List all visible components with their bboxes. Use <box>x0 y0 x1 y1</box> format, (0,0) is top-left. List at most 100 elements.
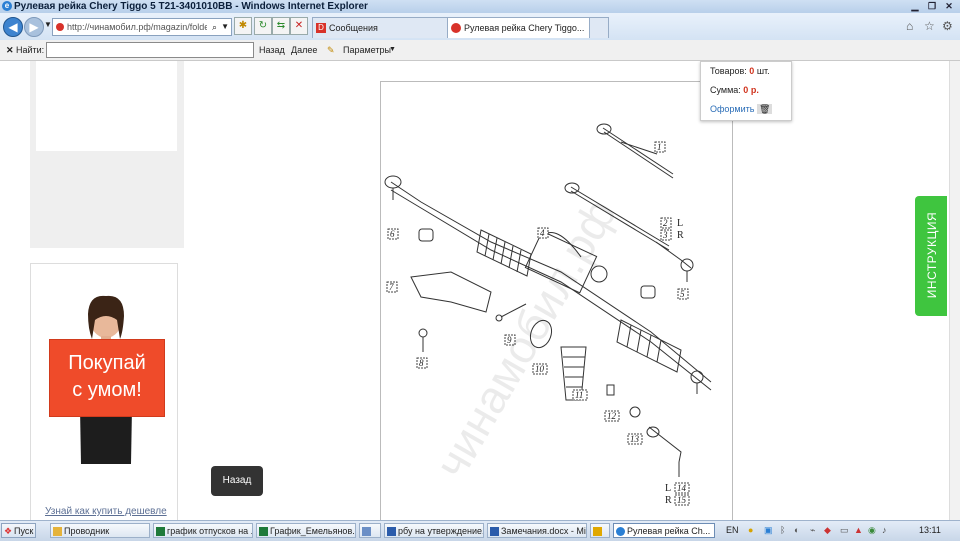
excel-icon <box>259 527 268 536</box>
taskbar-item-label: график отпусков на ... <box>167 526 253 536</box>
tab-label: Рулевая рейка Chery Tiggo... <box>464 23 585 33</box>
taskbar-item-outlook[interactable] <box>590 523 610 538</box>
cart-sum-row: Сумма: 0 р. <box>710 85 759 95</box>
taskbar-item-label: Рулевая рейка Ch... <box>627 526 711 536</box>
tray-app-icon[interactable]: ● <box>748 523 753 538</box>
tab-messages[interactable]: D Сообщения <box>312 17 460 38</box>
history-dropdown-icon[interactable]: ▼ <box>44 20 52 29</box>
trash-icon[interactable]: 🗑 <box>756 104 773 114</box>
language-indicator[interactable]: EN <box>726 523 739 538</box>
maximize-button[interactable]: ❐ <box>925 1 939 12</box>
messages-favicon-icon: D <box>316 23 326 33</box>
tray-alert-icon[interactable]: ▲ <box>854 523 863 538</box>
checkout-link[interactable]: Оформить <box>710 104 754 114</box>
new-tab-button[interactable] <box>589 17 609 38</box>
options-dropdown-icon[interactable]: ▼ <box>389 40 396 60</box>
find-next-button[interactable]: Далее <box>291 40 317 60</box>
tray-monitor-icon[interactable]: ▭ <box>840 523 849 538</box>
tray-usb-icon[interactable]: ⌁ <box>810 523 815 538</box>
home-icon[interactable]: ⌂ <box>906 19 913 33</box>
settings-gear-icon[interactable]: ⚙ <box>942 19 953 33</box>
taskbar-item-steering-rack[interactable]: Рулевая рейка Ch... <box>613 523 715 538</box>
site-favicon-icon <box>56 23 64 31</box>
taskbar-item-app[interactable] <box>359 523 381 538</box>
word-icon <box>387 527 396 536</box>
tab-steering-rack[interactable]: Рулевая рейка Chery Tiggo... ✕ <box>447 17 603 38</box>
highlight-icon[interactable]: ✎ <box>327 40 335 60</box>
find-options-button[interactable]: Параметры <box>343 40 391 60</box>
word-icon <box>490 527 499 536</box>
cart-popup: Товаров: 0 шт. Сумма: 0 р. Оформить 🗑 <box>700 61 792 121</box>
cart-items-label: Товаров: <box>710 66 747 76</box>
back-button[interactable]: ◀ <box>3 17 23 37</box>
cart-sum-value: 0 <box>743 85 749 95</box>
find-bar: ✕ Найти: Назад Далее ✎ Параметры ▼ <box>0 40 960 61</box>
callout-1: 1 <box>657 142 662 152</box>
address-dropdown-icon[interactable]: ▼ <box>221 19 229 35</box>
ie-logo-icon: e <box>2 1 12 11</box>
page-scrollbar[interactable] <box>949 61 960 520</box>
callout-7: 7 <box>389 282 394 292</box>
tray-wifi-icon[interactable]: ◉ <box>868 523 876 538</box>
folder-icon <box>53 527 62 536</box>
steering-rack-drawing: 1 2 3 L R 4 5 6 7 8 9 10 11 12 13 14 15 … <box>384 123 712 506</box>
taskbar-item-rbu[interactable]: рбу на утверждение... <box>384 523 484 538</box>
side-label-l-bottom: L <box>665 483 671 494</box>
forward-button[interactable]: ▶ <box>24 17 44 37</box>
taskbar-item-vacation-schedule[interactable]: график отпусков на ... <box>153 523 253 538</box>
callout-4: 4 <box>540 228 545 238</box>
favorites-star-icon[interactable]: ☆ <box>924 19 935 33</box>
find-previous-button[interactable]: Назад <box>259 40 285 60</box>
cart-sum-label: Сумма: <box>710 85 741 95</box>
promo-link[interactable]: Узнай как купить дешевле <box>45 506 167 517</box>
find-label: Найти: <box>16 45 45 55</box>
start-button[interactable]: ❖ Пуск <box>1 523 36 538</box>
callout-8: 8 <box>419 358 424 368</box>
side-label-l-top: L <box>677 218 683 229</box>
search-icon[interactable]: ⌕ <box>212 19 217 35</box>
site-favicon-icon <box>451 23 461 33</box>
tray-volume-icon[interactable]: ♪ <box>882 523 887 538</box>
minimize-button[interactable]: ▁ <box>908 1 922 12</box>
taskbar-item-schedule-emelyanov[interactable]: График_Емельянов.... <box>256 523 356 538</box>
refresh-icon[interactable]: ↻ <box>254 17 272 35</box>
watermark: чинамобил.рф <box>425 190 627 487</box>
side-label-r-top: R <box>677 230 684 241</box>
page-content: Покупай с умом! Узнай как купить дешевле… <box>0 61 960 520</box>
tray-update-icon[interactable]: ◐ <box>794 523 799 538</box>
taskbar-item-label: Проводник <box>64 526 110 536</box>
taskbar-item-label: Замечания.docx - Mi... <box>501 526 587 536</box>
go-icon[interactable]: ⇆ <box>272 17 290 35</box>
taskbar-item-label: рбу на утверждение... <box>398 526 484 536</box>
close-window-button[interactable]: ✕ <box>942 1 956 12</box>
callout-3: 3 <box>662 230 668 240</box>
callout-5: 5 <box>680 289 685 299</box>
outlook-icon <box>593 527 602 536</box>
ie-icon <box>616 527 625 536</box>
promo-sign-line1: Покупай <box>68 352 146 374</box>
find-input[interactable] <box>46 42 254 58</box>
back-tooltip: Назад <box>211 466 263 496</box>
clock: 13:11 <box>919 525 941 535</box>
start-label: Пуск <box>14 526 34 536</box>
stop-icon[interactable]: ✕ <box>290 17 308 35</box>
callout-14: 14 <box>677 483 687 493</box>
promo-banner[interactable]: Покупай с умом! Узнай как купить дешевле <box>30 263 178 520</box>
parts-diagram: 1 2 3 L R 4 5 6 7 8 9 10 11 12 13 14 15 … <box>380 81 733 520</box>
close-find-icon[interactable]: ✕ <box>6 40 14 60</box>
tray-antivirus-icon[interactable]: ◆ <box>824 523 831 538</box>
excel-icon <box>156 527 165 536</box>
tray-network-icon[interactable]: ▣ <box>764 523 773 538</box>
promo-sign-line2: с умом! <box>72 379 142 401</box>
taskbar-item-explorer[interactable]: Проводник <box>50 523 150 538</box>
callout-2: 2 <box>663 218 668 228</box>
instruction-tab[interactable]: ИНСТРУКЦИЯ <box>915 196 947 316</box>
window-title: Рулевая рейка Chery Tiggo 5 T21-3401010B… <box>14 1 368 12</box>
address-bar[interactable]: http://чинамобил.рф/magazin/folder/rul ⌕… <box>52 18 232 36</box>
address-url: http://чинамобил.рф/magazin/folder/rul <box>67 22 207 32</box>
compatibility-view-icon[interactable]: ✱ <box>234 17 252 35</box>
tray-bluetooth-icon[interactable]: ᛒ <box>780 523 785 538</box>
cart-items-unit: шт. <box>756 66 770 76</box>
taskbar-item-remarks[interactable]: Замечания.docx - Mi... <box>487 523 587 538</box>
cart-items-row: Товаров: 0 шт. <box>710 66 770 76</box>
